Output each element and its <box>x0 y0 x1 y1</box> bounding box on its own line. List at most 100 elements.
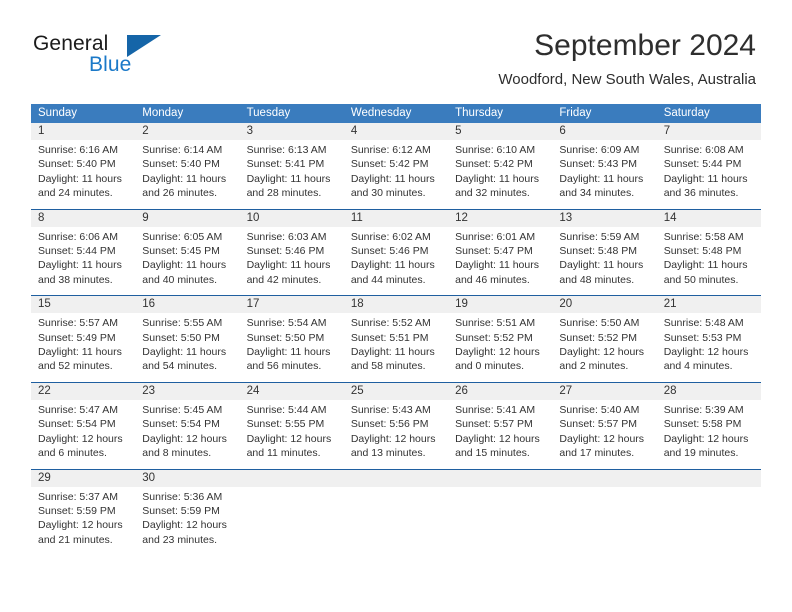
day-number: 18 <box>343 296 449 314</box>
sunset-text: Sunset: 5:45 PM <box>142 245 220 258</box>
sunset-text: Sunset: 5:43 PM <box>559 158 638 171</box>
day-cell[interactable]: 27 Sunrise: 5:40 AM Sunset: 5:57 PM Dayl… <box>552 382 657 469</box>
day-number: 20 <box>552 296 657 314</box>
day-details: Sunrise: 5:44 AM Sunset: 5:55 PM Dayligh… <box>240 400 344 469</box>
day-number: 6 <box>552 123 657 140</box>
day-number: 12 <box>448 209 553 227</box>
day-cell[interactable]: 18 Sunrise: 5:52 AM Sunset: 5:51 PM Dayl… <box>343 296 449 382</box>
day-details: Sunrise: 5:47 AM Sunset: 5:54 PM Dayligh… <box>31 400 135 469</box>
day-cell[interactable]: 1 Sunrise: 6:16 AM Sunset: 5:40 PM Dayli… <box>31 123 136 209</box>
day-cell[interactable]: 12 Sunrise: 6:01 AM Sunset: 5:47 PM Dayl… <box>448 209 553 296</box>
day-details: Sunrise: 6:16 AM Sunset: 5:40 PM Dayligh… <box>31 140 135 209</box>
title-block: September 2024 Woodford, New South Wales… <box>498 28 756 89</box>
day-details: Sunrise: 6:03 AM Sunset: 5:46 PM Dayligh… <box>240 227 344 296</box>
sunset-text: Sunset: 5:47 PM <box>455 245 533 258</box>
sunrise-text: Sunrise: 5:44 AM <box>246 403 327 416</box>
day-number: 26 <box>448 382 553 400</box>
day-cell[interactable]: 20 Sunrise: 5:50 AM Sunset: 5:52 PM Dayl… <box>552 296 657 382</box>
day-cell[interactable]: 22 Sunrise: 5:47 AM Sunset: 5:54 PM Dayl… <box>31 382 136 469</box>
sunrise-text: Sunrise: 5:59 AM <box>559 230 640 243</box>
day-cell[interactable]: 26 Sunrise: 5:41 AM Sunset: 5:57 PM Dayl… <box>448 382 553 469</box>
day-details: Sunrise: 6:05 AM Sunset: 5:45 PM Dayligh… <box>135 227 239 296</box>
sunset-text: Sunset: 5:48 PM <box>559 245 638 258</box>
day-cell[interactable]: 15 Sunrise: 5:57 AM Sunset: 5:49 PM Dayl… <box>31 296 136 382</box>
day-number: 23 <box>135 382 240 400</box>
day-cell[interactable]: 10 Sunrise: 6:03 AM Sunset: 5:46 PM Dayl… <box>239 209 344 296</box>
sunrise-text: Sunrise: 6:01 AM <box>455 230 536 243</box>
sunrise-text: Sunrise: 5:58 AM <box>663 230 744 243</box>
sunset-text: Sunset: 5:59 PM <box>142 504 220 517</box>
sunrise-text: Sunrise: 5:41 AM <box>455 403 536 416</box>
day-number: 15 <box>31 296 136 314</box>
sunset-text: Sunset: 5:40 PM <box>38 158 116 171</box>
day-cell[interactable]: 14 Sunrise: 5:58 AM Sunset: 5:48 PM Dayl… <box>656 209 761 296</box>
sunset-text: Sunset: 5:59 PM <box>38 504 116 517</box>
week-row: 8 Sunrise: 6:06 AM Sunset: 5:44 PM Dayli… <box>31 208 761 296</box>
sunset-text: Sunset: 5:41 PM <box>246 158 325 171</box>
sunrise-text: Sunrise: 5:40 AM <box>559 403 640 416</box>
sunrise-text: Sunrise: 6:09 AM <box>559 144 640 156</box>
day-number: 3 <box>239 123 344 140</box>
daylight-text: Daylight: 11 hours and 40 minutes. <box>142 259 227 286</box>
daylight-text: Daylight: 11 hours and 28 minutes. <box>246 172 331 200</box>
day-cell[interactable]: 3 Sunrise: 6:13 AM Sunset: 5:41 PM Dayli… <box>239 123 344 209</box>
day-number: 17 <box>239 296 344 314</box>
sunset-text: Sunset: 5:50 PM <box>142 331 220 344</box>
week-row: 15 Sunrise: 5:57 AM Sunset: 5:49 PM Dayl… <box>31 295 761 382</box>
weekday-header-saturday: Saturday <box>663 107 710 119</box>
weekday-header-sunday: Sunday <box>38 107 78 119</box>
day-number: 7 <box>656 123 761 140</box>
daylight-text: Daylight: 12 hours and 6 minutes. <box>38 432 123 460</box>
day-cell[interactable]: 5 Sunrise: 6:10 AM Sunset: 5:42 PM Dayli… <box>448 123 553 209</box>
day-number: 9 <box>135 209 240 227</box>
sunset-text: Sunset: 5:53 PM <box>663 331 742 344</box>
day-cell[interactable]: 29 Sunrise: 5:37 AM Sunset: 5:59 PM Dayl… <box>31 469 136 556</box>
daylight-text: Daylight: 11 hours and 38 minutes. <box>38 259 122 286</box>
day-cell[interactable]: 6 Sunrise: 6:09 AM Sunset: 5:43 PM Dayli… <box>552 123 657 209</box>
daylight-text: Daylight: 12 hours and 4 minutes. <box>663 346 749 373</box>
sunrise-text: Sunrise: 5:37 AM <box>38 490 118 503</box>
daylight-text: Daylight: 12 hours and 11 minutes. <box>246 432 332 460</box>
day-cell[interactable]: 21 Sunrise: 5:48 AM Sunset: 5:53 PM Dayl… <box>656 296 761 382</box>
day-cell[interactable]: 24 Sunrise: 5:44 AM Sunset: 5:55 PM Dayl… <box>239 382 344 469</box>
sunset-text: Sunset: 5:52 PM <box>559 331 638 344</box>
day-details: Sunrise: 5:55 AM Sunset: 5:50 PM Dayligh… <box>135 313 239 382</box>
day-number: 28 <box>656 382 761 400</box>
day-cell[interactable]: 19 Sunrise: 5:51 AM Sunset: 5:52 PM Dayl… <box>448 296 553 382</box>
daylight-text: Daylight: 11 hours and 34 minutes. <box>559 172 644 200</box>
day-cell[interactable]: 9 Sunrise: 6:05 AM Sunset: 5:45 PM Dayli… <box>135 209 240 296</box>
sunset-text: Sunset: 5:54 PM <box>38 418 116 431</box>
day-cell[interactable]: 17 Sunrise: 5:54 AM Sunset: 5:50 PM Dayl… <box>239 296 344 382</box>
day-cell[interactable]: 30 Sunrise: 5:36 AM Sunset: 5:59 PM Dayl… <box>135 469 240 556</box>
day-cell[interactable]: 28 Sunrise: 5:39 AM Sunset: 5:58 PM Dayl… <box>656 382 761 469</box>
location-subtitle: Woodford, New South Wales, Australia <box>498 71 756 88</box>
day-details: Sunrise: 5:54 AM Sunset: 5:50 PM Dayligh… <box>240 313 344 382</box>
week-row: 22 Sunrise: 5:47 AM Sunset: 5:54 PM Dayl… <box>31 381 761 469</box>
day-cell[interactable]: 11 Sunrise: 6:02 AM Sunset: 5:46 PM Dayl… <box>343 209 449 296</box>
day-cell[interactable]: 25 Sunrise: 5:43 AM Sunset: 5:56 PM Dayl… <box>343 382 449 469</box>
day-cell[interactable]: 4 Sunrise: 6:12 AM Sunset: 5:42 PM Dayli… <box>343 123 449 209</box>
day-details: Sunrise: 5:50 AM Sunset: 5:52 PM Dayligh… <box>552 313 656 382</box>
sunset-text: Sunset: 5:50 PM <box>246 331 325 344</box>
week-row: 29 Sunrise: 5:37 AM Sunset: 5:59 PM Dayl… <box>31 468 761 556</box>
daylight-text: Daylight: 11 hours and 46 minutes. <box>455 259 539 286</box>
day-details: Sunrise: 6:09 AM Sunset: 5:43 PM Dayligh… <box>552 140 656 209</box>
sunrise-text: Sunrise: 6:13 AM <box>246 144 327 156</box>
day-number: 16 <box>135 296 240 314</box>
day-number: 25 <box>343 382 449 400</box>
day-cell[interactable]: 8 Sunrise: 6:06 AM Sunset: 5:44 PM Dayli… <box>31 209 136 296</box>
day-details: Sunrise: 6:08 AM Sunset: 5:44 PM Dayligh… <box>657 140 761 209</box>
day-cell[interactable]: 13 Sunrise: 5:59 AM Sunset: 5:48 PM Dayl… <box>552 209 657 296</box>
day-details: Sunrise: 5:51 AM Sunset: 5:52 PM Dayligh… <box>448 313 552 382</box>
calendar-grid: Sunday Monday Tuesday Wednesday Thursday… <box>31 104 761 556</box>
sunrise-text: Sunrise: 5:39 AM <box>663 403 744 416</box>
sunrise-text: Sunrise: 6:16 AM <box>38 144 118 156</box>
day-cell[interactable]: 23 Sunrise: 5:45 AM Sunset: 5:54 PM Dayl… <box>135 382 240 469</box>
sunset-text: Sunset: 5:49 PM <box>38 331 116 344</box>
day-cell[interactable]: 7 Sunrise: 6:08 AM Sunset: 5:44 PM Dayli… <box>656 123 761 209</box>
day-cell[interactable]: 16 Sunrise: 5:55 AM Sunset: 5:50 PM Dayl… <box>135 296 240 382</box>
day-cell[interactable]: 2 Sunrise: 6:14 AM Sunset: 5:40 PM Dayli… <box>135 123 240 209</box>
sunrise-text: Sunrise: 5:54 AM <box>246 317 327 330</box>
sunset-text: Sunset: 5:52 PM <box>455 331 533 344</box>
daylight-text: Daylight: 12 hours and 23 minutes. <box>142 519 227 546</box>
